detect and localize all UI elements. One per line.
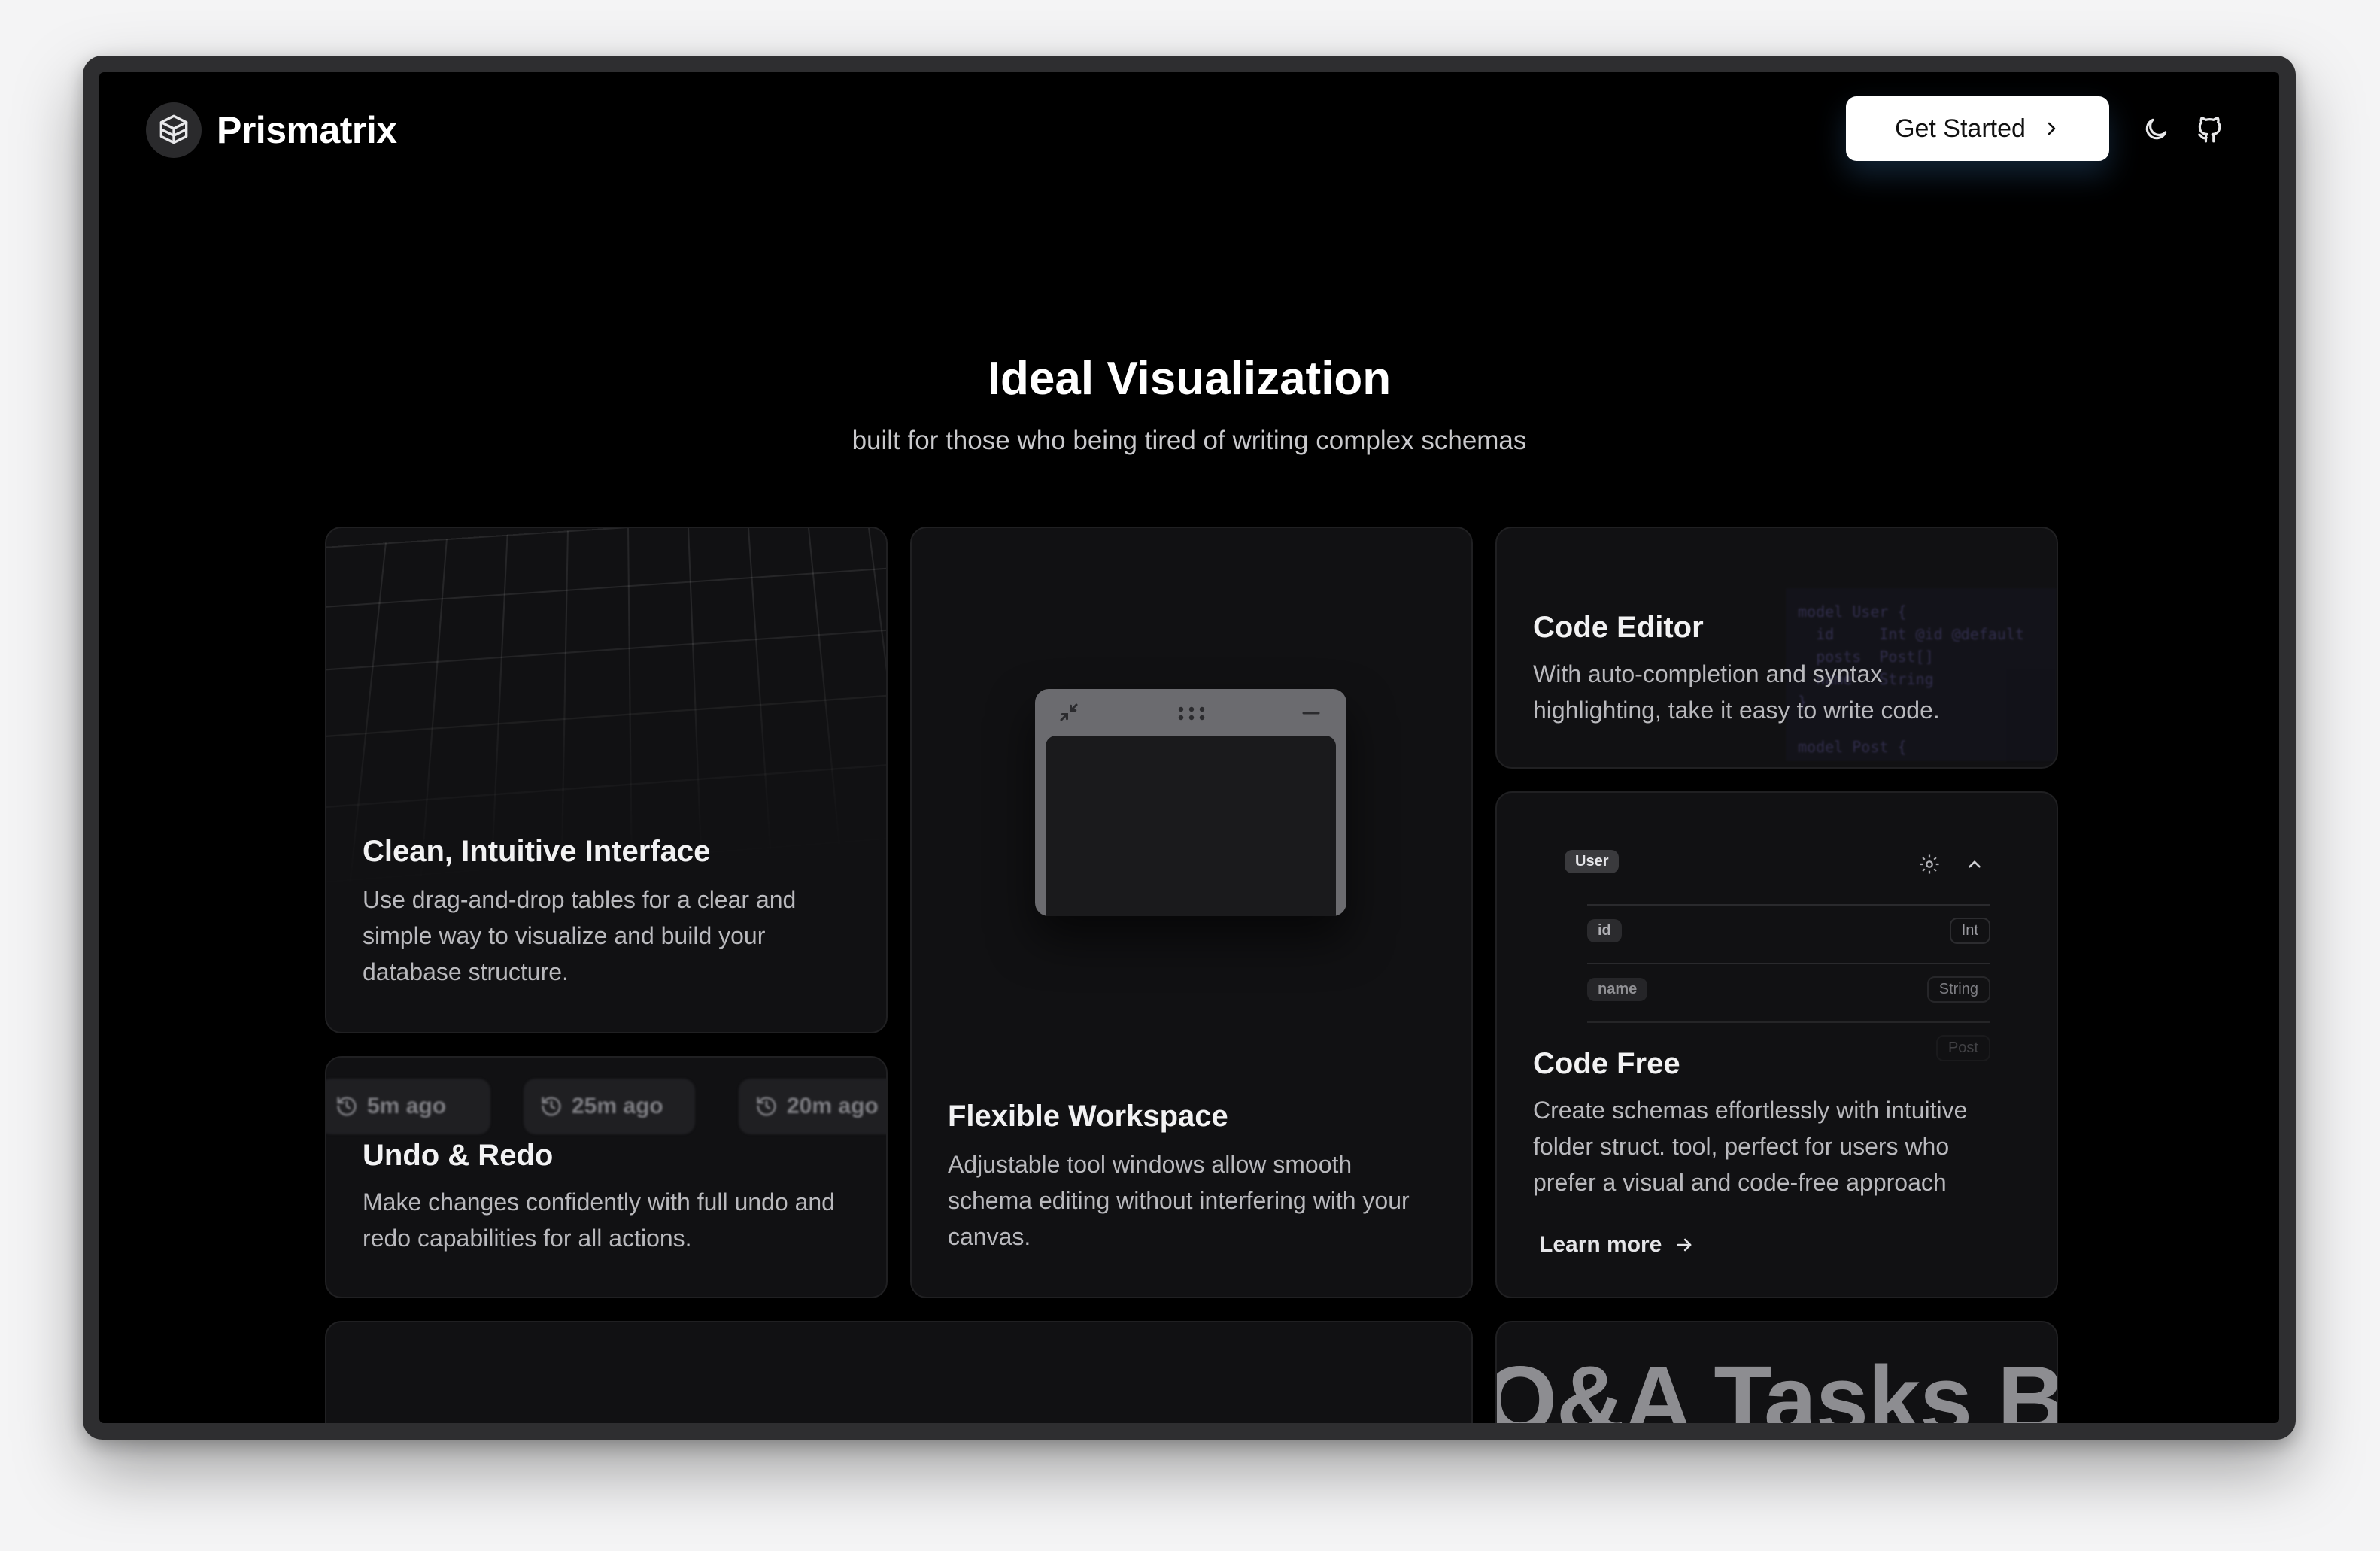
learn-more-label: Learn more (1539, 1232, 1662, 1258)
layers-icon (146, 102, 202, 158)
history-chip[interactable]: 20m ago (739, 1079, 888, 1134)
card-description: Make changes confidently with full undo … (363, 1184, 844, 1256)
feature-card-undo: 5m ago 25m ago 20m ago Undo & Redo Make … (325, 1056, 888, 1298)
theme-toggle-button[interactable] (2138, 111, 2174, 147)
schema-divider (1587, 845, 1990, 906)
github-icon (2196, 115, 2224, 144)
window-body (1046, 736, 1336, 916)
get-started-label: Get Started (1895, 114, 2026, 144)
history-icon (755, 1095, 778, 1118)
arrow-right-icon (1674, 1234, 1695, 1255)
card-title: Clean, Intuitive Interface (363, 835, 710, 869)
card-description: With auto-completion and syntax highligh… (1533, 656, 2014, 728)
feature-card-bottom-wide (325, 1321, 1473, 1423)
hero-subtitle: built for those who being tired of writi… (99, 426, 2279, 456)
field-name: name (1587, 978, 1647, 1001)
hero-title: Ideal Visualization (99, 352, 2279, 405)
card-description: Use drag-and-drop tables for a clear and… (363, 882, 844, 990)
card-description: Create schemas effortlessly with intuiti… (1533, 1092, 2014, 1200)
marquee-text: Q&A Tasks Blo (1495, 1345, 2058, 1423)
schema-field-row[interactable]: name String (1587, 963, 1990, 1023)
minus-icon (1301, 706, 1321, 721)
schema-field-row[interactable]: id Int (1587, 904, 1990, 964)
field-type: String (1927, 976, 1990, 1003)
card-title: Code Free (1533, 1047, 1680, 1081)
device-frame: Prismatrix Get Started Ideal Visualizati… (83, 56, 2296, 1440)
field-type: Int (1950, 918, 1990, 944)
card-title: Undo & Redo (363, 1139, 553, 1173)
github-link[interactable] (2192, 111, 2228, 147)
history-icon (335, 1095, 358, 1118)
feature-card-editor: model User { id Int @id @default posts P… (1495, 527, 2058, 769)
moon-icon (2142, 115, 2170, 144)
feature-card-workspace: Flexible Workspace Adjustable tool windo… (910, 527, 1473, 1298)
feature-card-interface: Clean, Intuitive Interface Use drag-and-… (325, 527, 888, 1033)
feature-card-codefree: User id Int name String Post Code Free C… (1495, 791, 2058, 1298)
brand-name: Prismatrix (217, 108, 397, 152)
get-started-button[interactable]: Get Started (1846, 96, 2109, 161)
history-time: 25m ago (572, 1094, 663, 1119)
card-title: Flexible Workspace (948, 1100, 1228, 1134)
app-screen: Prismatrix Get Started Ideal Visualizati… (99, 72, 2279, 1423)
field-name: id (1587, 919, 1622, 942)
learn-more-link[interactable]: Learn more (1539, 1232, 1695, 1258)
history-time: 20m ago (787, 1094, 879, 1119)
card-title: Code Editor (1533, 611, 1704, 645)
history-chip[interactable]: 25m ago (524, 1079, 695, 1134)
feature-card-marquee: Q&A Tasks Blo (1495, 1321, 2058, 1423)
brand-logo[interactable]: Prismatrix (146, 102, 397, 158)
field-type: Post (1936, 1035, 1990, 1061)
history-chip[interactable]: 5m ago (325, 1079, 490, 1134)
chevron-right-icon (2042, 120, 2060, 138)
drag-handle-icon (1175, 704, 1208, 722)
history-icon (540, 1095, 563, 1118)
card-description: Adjustable tool windows allow smooth sch… (948, 1146, 1429, 1255)
minimize-arrows-icon (1058, 701, 1080, 724)
history-time: 5m ago (367, 1094, 446, 1119)
window-illustration (1035, 689, 1346, 916)
